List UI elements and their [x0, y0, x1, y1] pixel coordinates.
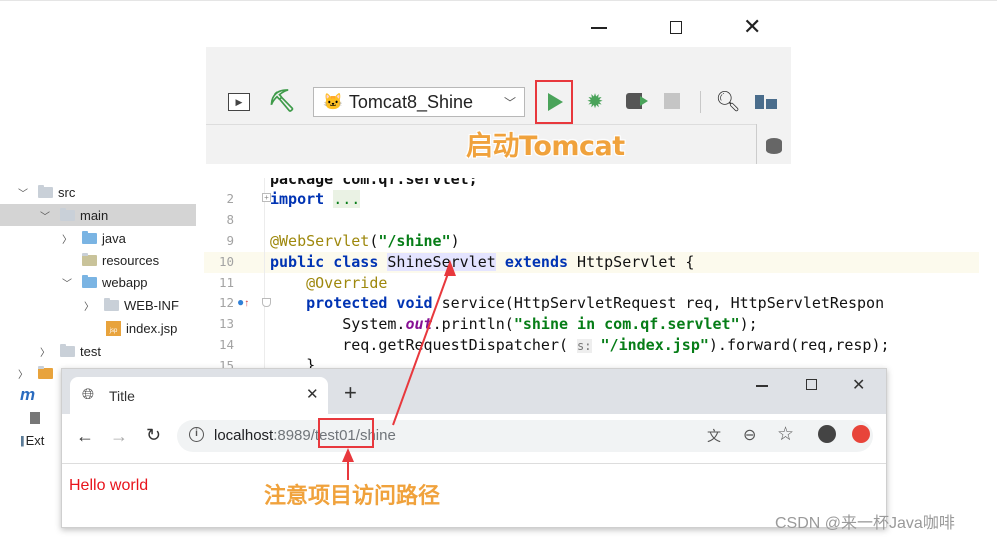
- annotation-arrows: [342, 260, 456, 480]
- arrow-head-up: [444, 260, 456, 276]
- watermark: CSDN @来一杯Java咖啡: [775, 515, 955, 532]
- arrow-head-up-small: [342, 448, 354, 462]
- arrow-url-to-annotation-line: [392, 267, 451, 426]
